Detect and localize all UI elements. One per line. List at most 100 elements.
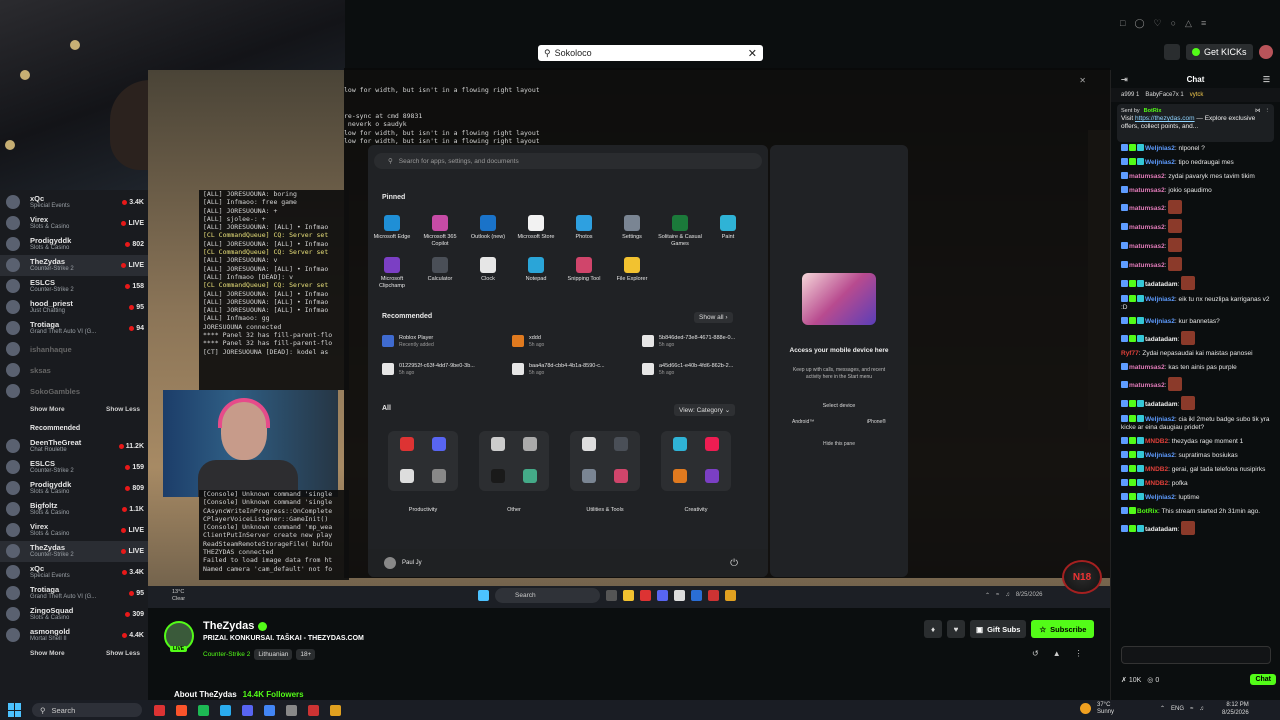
sidebar-channel-virex[interactable]: Virex Slots & Casino LIVE <box>0 520 148 541</box>
app-folder-creativity[interactable] <box>661 431 731 491</box>
pinned-app-clock[interactable]: Clock <box>464 257 512 283</box>
chat-username[interactable]: matumsas2 <box>1129 243 1165 250</box>
windows-start-button[interactable] <box>8 703 22 717</box>
settings-icon[interactable] <box>286 704 297 716</box>
clip-icon[interactable]: ▲ <box>1053 649 1061 658</box>
pinned-app-photos[interactable]: Photos <box>560 215 608 241</box>
menu-icon[interactable]: ≡ <box>1201 18 1206 29</box>
top-gifter[interactable]: BabyFace7x 1 <box>1145 92 1183 98</box>
extension-icon[interactable]: △ <box>1185 18 1192 29</box>
more-options-icon[interactable]: ⋮ <box>1075 649 1083 658</box>
sidebar-channel-virex[interactable]: Virex Slots & Casino LIVE <box>0 213 148 234</box>
chat-username[interactable]: matumsas2 <box>1129 382 1165 389</box>
chat-username[interactable]: Weljnias2 <box>1145 145 1175 152</box>
chat-username[interactable]: matumsas2 <box>1129 364 1165 371</box>
points-balance[interactable]: ◎ 0 <box>1147 676 1159 684</box>
show-less-link[interactable]: Show Less <box>106 406 140 413</box>
app-folder-utilities-tools[interactable] <box>570 431 640 491</box>
pinned-app-outlook[interactable]: Outlook (new) <box>464 215 512 241</box>
wifi-icon[interactable]: ≈ <box>1190 706 1193 712</box>
chat-username[interactable]: MNDB2 <box>1145 466 1168 473</box>
pinned-app-calculator[interactable]: Calculator <box>416 257 464 283</box>
pinned-app-file-explorer[interactable]: File Explorer <box>608 257 656 283</box>
sidebar-channel-ishanhaque[interactable]: ishanhaque <box>0 339 148 360</box>
follow-heart-button[interactable]: ♥ <box>947 620 965 638</box>
weather-widget[interactable]: 37°C Sunny <box>1097 702 1114 715</box>
language-indicator[interactable]: ENG <box>1171 706 1184 712</box>
iphone-option[interactable]: iPhone® <box>867 419 886 425</box>
user-avatar[interactable] <box>384 557 396 569</box>
pinned-link[interactable]: https://thezydas.com <box>1135 115 1195 122</box>
sidebar-channel-eslcs[interactable]: ESLCS Counter-Strike 2 158 <box>0 276 148 297</box>
tray-chevron-icon[interactable]: ⌃ <box>1160 705 1165 712</box>
subscribe-button[interactable]: ☆ Subscribe <box>1031 620 1095 638</box>
collapse-chat-icon[interactable]: ⇥ <box>1121 75 1128 84</box>
sidebar-channel-hood_priest[interactable]: hood_priest Just Chatting 95 <box>0 297 148 318</box>
spotify-icon[interactable] <box>198 704 209 716</box>
gift-subs-button[interactable]: ▣ Gift Subs <box>970 620 1027 638</box>
chat-username[interactable]: BotRix <box>1137 508 1158 515</box>
pinned-user[interactable]: BotRix <box>1144 107 1162 115</box>
recommended-item[interactable]: a45d66c1-e40b-4fd6-862b-2... 5h ago <box>642 363 733 376</box>
top-gifter[interactable]: a999 1 <box>1121 92 1139 98</box>
sidebar-channel-prodigyddk[interactable]: Prodigyddk Slots & Casino 802 <box>0 234 148 255</box>
chat-username[interactable]: Weljnias2 <box>1145 296 1175 303</box>
show-more-link[interactable]: Show More <box>30 406 65 413</box>
hide-pane-link[interactable]: Hide this pane <box>770 441 908 447</box>
chat-username[interactable]: matumsas2 <box>1129 224 1165 231</box>
pinned-app-solitaire[interactable]: Solitaire & Casual Games <box>656 215 704 247</box>
chat-username[interactable]: tadatadam <box>1145 281 1178 288</box>
pinned-app-edge[interactable]: Microsoft Edge <box>368 215 416 241</box>
chat-username[interactable]: tadatadam <box>1145 401 1178 408</box>
chat-username[interactable]: matumsas2 <box>1129 173 1165 180</box>
sidebar-channel-bigfoltz[interactable]: Bigfoltz Slots & Casino 1.1K <box>0 499 148 520</box>
category-link[interactable]: Counter-Strike 2 <box>203 651 250 658</box>
library-button[interactable] <box>1164 44 1180 60</box>
sidebar-channel-sokogambles[interactable]: SokoGambles <box>0 381 148 402</box>
pinned-app-notepad[interactable]: Notepad <box>512 257 560 283</box>
chat-input[interactable] <box>1121 646 1271 664</box>
sidebar-channel-trotiaga[interactable]: Trotiaga Grand Theft Auto VI (G... 94 <box>0 318 148 339</box>
get-kicks-button[interactable]: Get KICKs <box>1186 44 1253 60</box>
app-folder-productivity[interactable] <box>388 431 458 491</box>
bookmark-icon[interactable]: □ <box>1120 18 1125 29</box>
pinned-app-clipchamp[interactable]: Microsoft Clipchamp <box>368 257 416 289</box>
sidebar-channel-deenthegreat[interactable]: DeenTheGreat Chat Roulette 11.2K <box>0 436 148 457</box>
shield-icon[interactable]: ◯ <box>1134 18 1144 29</box>
chat-username[interactable]: Weljnias2 <box>1145 416 1175 423</box>
volume-icon[interactable]: ♫ <box>1199 706 1204 712</box>
sidebar-channel-xqc[interactable]: xQc Special Events 3.4K <box>0 562 148 583</box>
recommended-item[interactable]: 5b846ded-73e8-4671-888e-0... 5h ago <box>642 335 735 348</box>
power-icon[interactable]: ⏻ <box>730 558 738 569</box>
pinned-app-paint[interactable]: Paint <box>704 215 752 241</box>
chat-username[interactable]: Weljnias2 <box>1145 452 1175 459</box>
user-avatar[interactable] <box>1258 45 1273 59</box>
pinned-app-snipping-tool[interactable]: Snipping Tool <box>560 257 608 283</box>
pinned-app-settings[interactable]: Settings <box>608 215 656 241</box>
user-name[interactable]: Paul Jy <box>402 560 422 566</box>
close-icon[interactable]: ✕ <box>1079 76 1086 85</box>
chat-username[interactable]: MNDB2 <box>1145 480 1168 487</box>
notification-bell-button[interactable]: ♦ <box>924 620 942 638</box>
chat-username[interactable]: matumsas2 <box>1129 205 1165 212</box>
chat-username[interactable]: matumsas2 <box>1129 262 1165 269</box>
search-input[interactable]: ⚲ Sokoloco ✕ <box>538 45 763 61</box>
sidebar-channel-eslcs[interactable]: ESLCS Counter-Strike 2 159 <box>0 457 148 478</box>
sidebar-channel-trotiaga[interactable]: Trotiaga Grand Theft Auto VI (G... 95 <box>0 583 148 604</box>
chat-username[interactable]: Weljnias2 <box>1145 494 1175 501</box>
show-all-button[interactable]: Show all › <box>694 312 733 323</box>
sidebar-channel-asmongold[interactable]: asmongold Mortal Shell II 4.4K <box>0 625 148 646</box>
clear-search-icon[interactable]: ✕ <box>748 47 757 60</box>
shield-app-icon[interactable] <box>308 704 319 716</box>
chrome-icon[interactable] <box>264 704 275 716</box>
show-less-link[interactable]: Show Less <box>106 650 140 657</box>
discord-icon[interactable] <box>242 704 253 716</box>
game-app-icon[interactable] <box>330 704 341 716</box>
chat-username[interactable]: Ryf77 <box>1121 350 1139 357</box>
send-chat-button[interactable]: Chat <box>1250 674 1276 685</box>
chat-username[interactable]: Weljnias2 <box>1145 159 1175 166</box>
taskbar-search[interactable]: ⚲ Search <box>32 703 142 717</box>
mature-tag[interactable]: 18+ <box>296 649 316 660</box>
chat-username[interactable]: tadatadam <box>1145 526 1178 533</box>
share-icon[interactable]: ↺ <box>1032 649 1039 658</box>
